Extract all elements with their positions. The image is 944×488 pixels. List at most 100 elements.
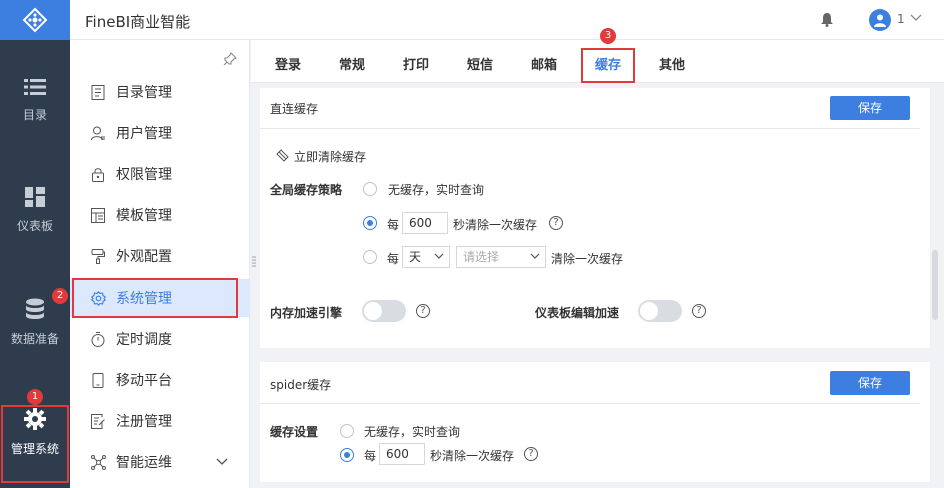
help-icon[interactable]: ? [549,216,563,230]
rail-item-catalog[interactable]: 目录 [0,78,70,123]
clear-once-label: 清除一次缓存 [551,252,624,266]
menu-label: 模板管理 [116,208,172,224]
select-value: 天 [409,250,422,264]
radio-every-seconds[interactable] [363,216,377,230]
menu-item-registration[interactable]: 注册管理 [70,402,250,440]
dashboard-accel-toggle[interactable] [638,300,682,322]
app-title: FineBI商业智能 [85,13,191,31]
rail-item-dashboard[interactable]: 仪表板 [0,187,70,234]
dashboard-accel-label: 仪表板编辑加速 [535,306,620,320]
rail-item-data-prep[interactable]: 数据准备 [0,298,70,347]
tab-print[interactable]: 打印 [403,54,429,73]
radio-every-seconds[interactable] [340,448,354,462]
tab-general[interactable]: 常规 [339,54,365,73]
menu-item-appearance[interactable]: 外观配置 [70,237,250,275]
tab-other[interactable]: 其他 [659,54,685,73]
template-icon [90,207,106,223]
seconds-suffix: 秒清除一次缓存 [453,218,538,232]
radio-no-cache[interactable] [363,182,377,196]
memory-accel-label: 内存加速引擎 [270,306,343,320]
tab-sms[interactable]: 短信 [467,54,493,73]
day-unit-select[interactable]: 天 [402,246,450,268]
chevron-down-icon[interactable] [910,14,922,22]
clear-cache-link[interactable]: 立即清除缓存 [294,148,366,165]
divider [260,128,920,129]
option-label: 无缓存，实时查询 [388,183,485,197]
lock-icon [90,166,106,182]
user-icon [874,14,886,27]
chevron-down-icon [434,253,444,259]
card-title: spider缓存 [270,378,332,392]
radio-every-day[interactable] [363,250,377,264]
admin-menu: 目录管理 用户管理 权限管理 模板管理 外观配置 系统管理 定时调度 移动平台 … [70,40,250,488]
highlight-box-admin [1,405,69,483]
list-icon [24,79,46,95]
option-label: 每 [364,449,377,463]
menu-label: 定时调度 [116,332,172,348]
settings-tabs: 登录 常规 打印 短信 邮箱 缓存 其他 [251,40,944,83]
avatar[interactable] [869,9,891,31]
option-label: 每 [387,252,400,266]
menu-label: 外观配置 [116,249,172,265]
bell-icon[interactable] [821,13,833,27]
database-icon [26,298,44,319]
pin-icon[interactable] [223,52,237,66]
rail-label: 数据准备 [10,332,59,346]
dashboard-icon [25,187,45,207]
chevron-down-icon[interactable] [216,458,228,466]
seconds-input[interactable]: 600 [379,443,425,465]
step-badge-3: 3 [600,28,616,44]
highlight-box-system-mgmt [72,278,238,318]
select-placeholder: 请选择 [463,250,500,264]
spider-cache-card: spider缓存 保存 缓存设置 无缓存，实时查询 每 600 秒清除一次缓存 … [260,362,930,482]
help-icon[interactable]: ? [524,447,538,461]
menu-item-permission-mgmt[interactable]: 权限管理 [70,155,250,193]
drag-handle-icon[interactable] [252,256,256,268]
menu-item-catalog-mgmt[interactable]: 目录管理 [70,73,250,111]
step-badge-1: 1 [27,389,43,405]
help-icon[interactable]: ? [692,304,706,318]
top-header: FineBI商业智能 1 [70,0,944,40]
option-label: 每 [387,218,400,232]
edit-document-icon [90,413,106,429]
scrollbar[interactable] [932,250,938,320]
strategy-label: 全局缓存策略 [270,183,343,197]
mobile-icon [90,372,106,388]
user-icon [90,125,106,141]
menu-label: 用户管理 [116,126,172,142]
cache-setting-label: 缓存设置 [270,425,319,439]
direct-cache-card: 直连缓存 保存 立即清除缓存 全局缓存策略 无缓存，实时查询 每 600 秒清除… [260,88,930,348]
tab-email[interactable]: 邮箱 [531,54,557,73]
menu-item-template-mgmt[interactable]: 模板管理 [70,196,250,234]
left-rail: 目录 仪表板 数据准备 管理系统 [0,0,70,488]
seconds-suffix: 秒清除一次缓存 [430,449,515,463]
app-logo[interactable] [0,0,70,40]
memory-accel-toggle[interactable] [362,300,406,322]
radio-no-cache[interactable] [340,424,354,438]
timer-icon [90,331,106,347]
menu-item-mobile[interactable]: 移动平台 [70,361,250,399]
network-icon [90,454,106,470]
help-icon[interactable]: ? [416,304,430,318]
save-button[interactable]: 保存 [830,96,910,120]
document-icon [90,84,106,100]
menu-label: 移动平台 [116,373,172,389]
user-name[interactable]: 1 [897,12,905,26]
step-badge-2: 2 [52,288,68,304]
tab-login[interactable]: 登录 [275,54,301,73]
seconds-input[interactable]: 600 [402,212,448,234]
divider [260,403,920,404]
menu-label: 目录管理 [116,85,172,101]
card-title: 直连缓存 [270,102,319,116]
rail-label: 目录 [22,108,47,122]
menu-label: 权限管理 [116,167,172,183]
menu-label: 注册管理 [116,414,172,430]
menu-item-smart-ops[interactable]: 智能运维 [70,443,250,481]
save-button[interactable]: 保存 [830,371,910,395]
time-select[interactable]: 请选择 [456,246,546,268]
menu-item-schedule[interactable]: 定时调度 [70,320,250,358]
menu-item-user-mgmt[interactable]: 用户管理 [70,114,250,152]
menu-label: 智能运维 [116,455,172,471]
chevron-down-icon [530,253,540,259]
eraser-icon [276,149,289,162]
